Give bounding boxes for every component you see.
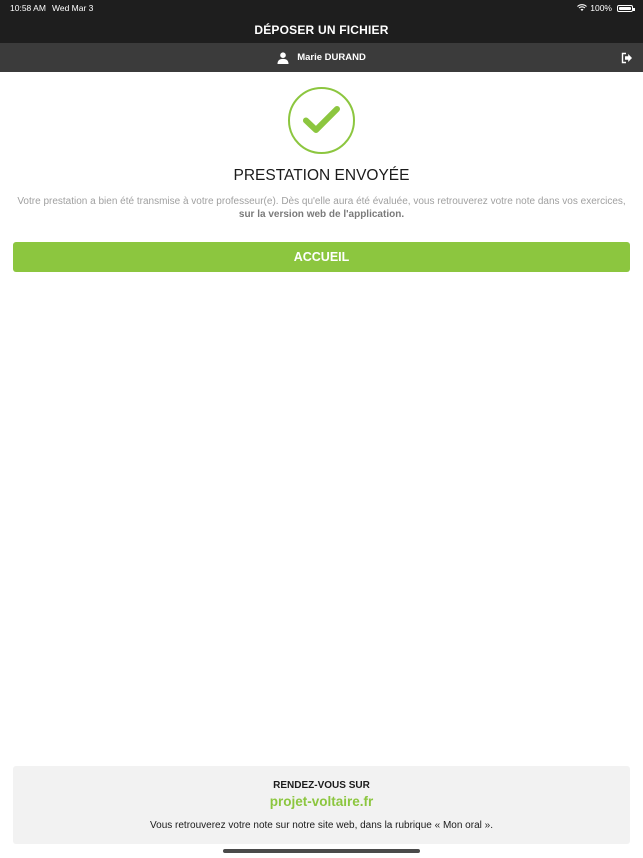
confirmation-message: Votre prestation a bien été transmise à …	[10, 195, 633, 221]
checkmark-circle-icon	[288, 87, 355, 154]
battery-icon	[617, 4, 635, 12]
battery-percent: 100%	[590, 3, 612, 13]
status-time: 10:58 AM	[10, 3, 46, 13]
user-bar: Marie DURAND	[0, 43, 643, 72]
wifi-icon	[577, 4, 588, 11]
message-bold-text: sur la version web de l'application.	[238, 209, 405, 220]
page-title: DÉPOSER UN FICHIER	[254, 22, 389, 37]
status-bar: 10:58 AM Wed Mar 3 100%	[0, 0, 643, 16]
website-link[interactable]: projet-voltaire.fr	[13, 794, 630, 809]
user-info: Marie DURAND	[0, 43, 643, 72]
accueil-button[interactable]: ACCUEIL	[13, 242, 630, 272]
user-name: Marie DURAND	[297, 52, 366, 63]
accueil-button-label: ACCUEIL	[293, 250, 350, 264]
home-indicator[interactable]	[223, 849, 420, 853]
user-icon	[277, 51, 289, 64]
footer-title: RENDEZ-VOUS SUR	[273, 780, 370, 791]
status-indicators: 100%	[577, 3, 635, 13]
confirmation-heading: PRESTATION ENVOYÉE	[233, 167, 410, 184]
logout-icon[interactable]	[621, 52, 633, 64]
footer-card: RENDEZ-VOUS SUR projet-voltaire.fr Vous …	[13, 766, 630, 844]
message-text: Votre prestation a bien été transmise à …	[17, 196, 626, 207]
footer-note: Vous retrouverez votre note sur notre si…	[150, 820, 493, 831]
checkmark-icon	[303, 106, 340, 133]
status-date: Wed Mar 3	[52, 3, 94, 13]
title-bar: DÉPOSER UN FICHIER	[0, 16, 643, 43]
